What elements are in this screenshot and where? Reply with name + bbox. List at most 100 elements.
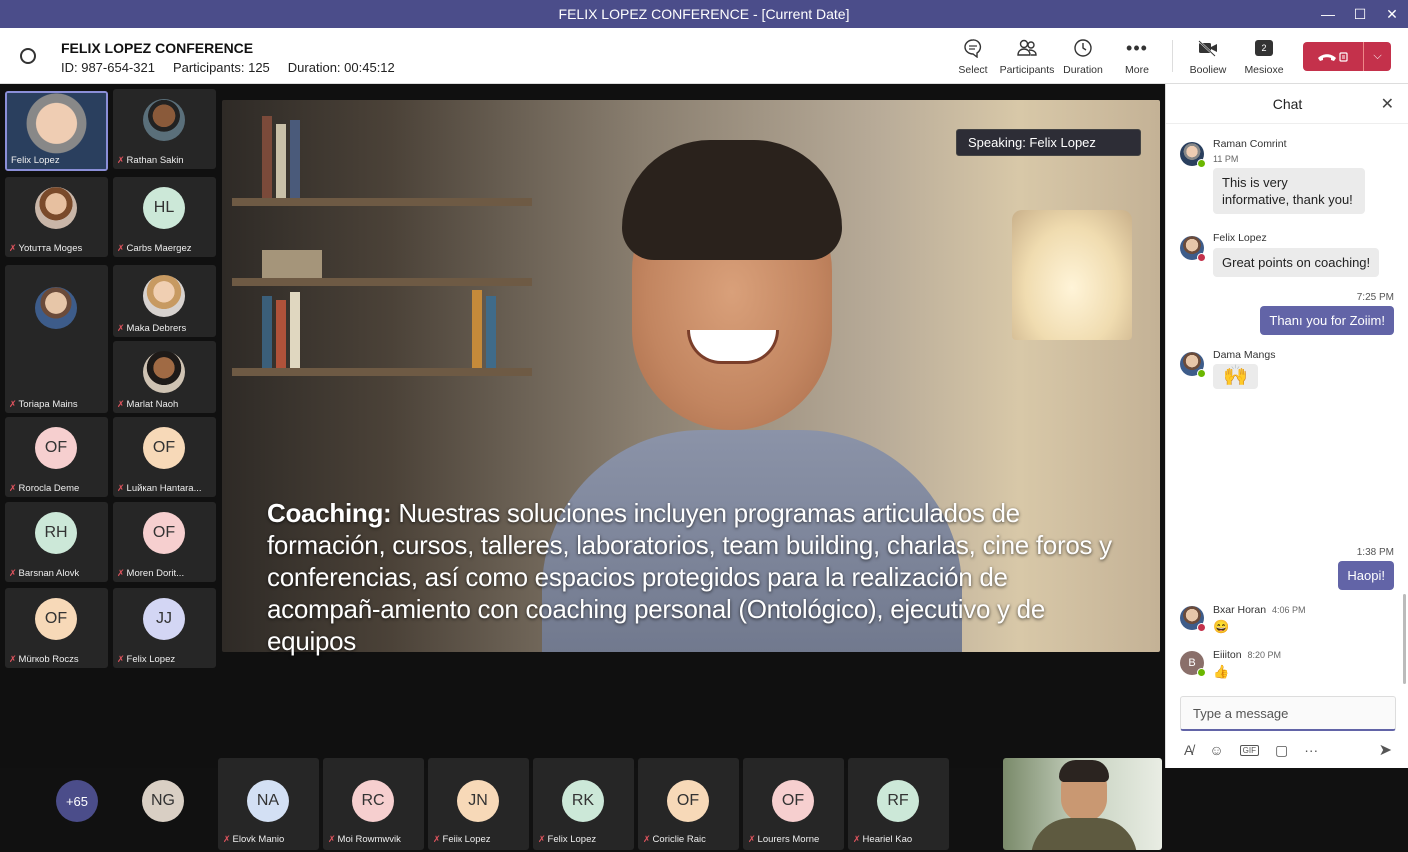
booliew-button[interactable]: Booliew [1177, 36, 1239, 78]
message-author: Eiiiton 8:20 PM [1213, 649, 1281, 661]
participant-tile[interactable]: OF ✗ Coriclie Raic [638, 758, 739, 850]
close-window-icon[interactable]: ✕ [1376, 0, 1408, 28]
participant-tile[interactable]: OF ✗ Rorocla Deme [5, 417, 108, 497]
close-icon[interactable]: ✕ [1381, 94, 1394, 114]
avatar-ng[interactable]: NG [142, 780, 184, 822]
participant-tile[interactable]: ✗ Marlat Naoh [113, 341, 216, 413]
participant-name-text: Rathan Sakin [126, 155, 184, 166]
avatar: NA [247, 780, 289, 822]
caption-lead: Coaching: [267, 498, 392, 528]
record-status-icon[interactable] [20, 48, 36, 64]
more-label: More [1125, 64, 1149, 76]
participant-tile[interactable]: OF ✗ Luйкan Hantara... [113, 417, 216, 497]
mic-muted-icon: ✗ [538, 834, 546, 844]
leave-call-button[interactable]: ⌵ [1303, 42, 1391, 71]
participant-name-text: Moi Rowmwvik [337, 834, 401, 845]
chat-bubble-icon [961, 36, 985, 60]
presence-icon [1197, 369, 1206, 378]
participant-name: ✗ Moi Rowmwvik [328, 834, 401, 845]
participant-name-text: Heariel Kao [862, 834, 913, 845]
message-time: 4:06 PM [1271, 605, 1306, 615]
mesioxe-button[interactable]: 2 Mesioxe [1233, 36, 1295, 78]
chat-header: Chat [1166, 84, 1408, 124]
maximize-icon[interactable]: ☐ [1344, 0, 1376, 28]
participant-tile[interactable]: RH ✗ Barsnan Alovk [5, 502, 108, 582]
participant-tile[interactable]: HL ✗ Carbs Maergez [113, 177, 216, 257]
mic-muted-icon: ✗ [9, 654, 17, 664]
shelf-decor [232, 198, 532, 206]
book-decor [262, 116, 272, 198]
participant-tile[interactable]: ✗ Rathan Sakin [113, 89, 216, 169]
minimize-icon[interactable]: — [1312, 0, 1344, 28]
select-label: Select [958, 64, 988, 76]
participant-name-text: Felix Lopez [126, 654, 176, 665]
self-jacket [1031, 818, 1137, 850]
sticker-icon[interactable]: ▢ [1275, 742, 1288, 759]
format-icon[interactable]: A̸ [1184, 742, 1193, 758]
avatar: OF [35, 427, 77, 469]
avatar: RF [877, 780, 919, 822]
participant-tile[interactable]: OF ✗ Mürкob Roczs [5, 588, 108, 668]
emoji-icon[interactable]: ☺ [1209, 742, 1223, 758]
book-decor [262, 250, 322, 278]
participant-tile[interactable]: OF ✗ Lourers Morne [743, 758, 844, 850]
mic-muted-icon: ✗ [748, 834, 756, 844]
camera-off-icon [1196, 36, 1220, 60]
mesioxe-badge: 2 [1255, 40, 1273, 56]
message-input[interactable]: Type a message [1180, 696, 1396, 731]
presence-icon [1197, 623, 1206, 632]
participant-name-text: Marlat Naoh [126, 399, 179, 410]
participant-name: ✗ Rathan Sakin [117, 155, 184, 166]
more-participants-badge[interactable]: +65 [56, 780, 98, 822]
author-name: Eiiiton [1213, 649, 1242, 661]
meeting-info: ID: 987-654-321 Participants: 125 Durati… [61, 60, 395, 75]
participant-tile[interactable]: ✗ Toriapa Mains [5, 265, 108, 413]
participant-tile[interactable]: RK ✗ Felix Lopez [533, 758, 634, 850]
participant-name: ✗ Rorocla Deme [9, 483, 79, 494]
participant-name: ✗ Maka Debrers [117, 323, 186, 334]
chat-title: Chat [1272, 95, 1303, 112]
avatar: RK [562, 780, 604, 822]
book-decor [290, 120, 300, 198]
participant-tile[interactable]: ✗ Maka Debrers [113, 265, 216, 337]
mic-muted-icon: ✗ [9, 243, 17, 253]
avatar: RC [352, 780, 394, 822]
participant-tile[interactable]: Felix Lopez [5, 91, 108, 171]
avatar [35, 187, 77, 229]
participant-tile[interactable]: NA ✗ Elovk Manio [218, 758, 319, 850]
shelf-decor [232, 368, 532, 376]
participant-tile[interactable]: JN ✗ Feiiк Lopez [428, 758, 529, 850]
chat-panel: Chat ✕ Raman Comrint 11 PM This is very … [1165, 84, 1408, 768]
window-title: FELIX LOPEZ CONFERENCE - [Current Date] [558, 6, 850, 22]
participant-tile[interactable]: RC ✗ Moi Rowmwvik [323, 758, 424, 850]
message-time: 7:25 PM [1356, 292, 1394, 303]
toolbar-divider [1172, 40, 1173, 72]
send-icon[interactable]: ➤ [1379, 740, 1392, 760]
avatar: OF [772, 780, 814, 822]
participant-name-text: Moren Dorit... [126, 568, 185, 579]
self-video-preview[interactable] [1003, 758, 1162, 850]
bottom-participant-strip: +65 NG NA ✗ Elovk Manio RC ✗ Moi Rowmwvik JN ✗ F… [0, 754, 1165, 852]
avatar-initial: B [1188, 657, 1196, 669]
participant-tile[interactable]: ✗ Yotuтта Moges [5, 177, 108, 257]
message-author: Dama Mangs [1213, 349, 1276, 361]
mic-muted-icon: ✗ [117, 399, 125, 409]
more-options-icon[interactable]: ··· [1304, 742, 1318, 758]
participant-tile[interactable]: OF ✗ Moren Dorit... [113, 502, 216, 582]
participant-name: ✗ Feiiк Lopez [433, 834, 491, 845]
gif-icon[interactable]: GIF [1239, 744, 1259, 756]
avatar: JN [457, 780, 499, 822]
duration-button[interactable]: Duration [1052, 36, 1114, 78]
avatar [1180, 606, 1206, 632]
select-button[interactable]: Select [942, 36, 1004, 78]
chevron-down-icon[interactable]: ⌵ [1363, 42, 1391, 71]
participants-button[interactable]: Participants [996, 36, 1058, 78]
avatar [143, 99, 185, 141]
chat-message: This is very informative, thank you! [1213, 168, 1365, 214]
participant-name: ✗ Felix Lopez [538, 834, 596, 845]
avatar [143, 275, 185, 317]
participant-tile[interactable]: JJ ✗ Felix Lopez [113, 588, 216, 668]
chat-scrollbar[interactable] [1403, 594, 1406, 684]
participant-tile[interactable]: RF ✗ Heariel Kao [848, 758, 949, 850]
more-button[interactable]: ••• More [1106, 36, 1168, 78]
